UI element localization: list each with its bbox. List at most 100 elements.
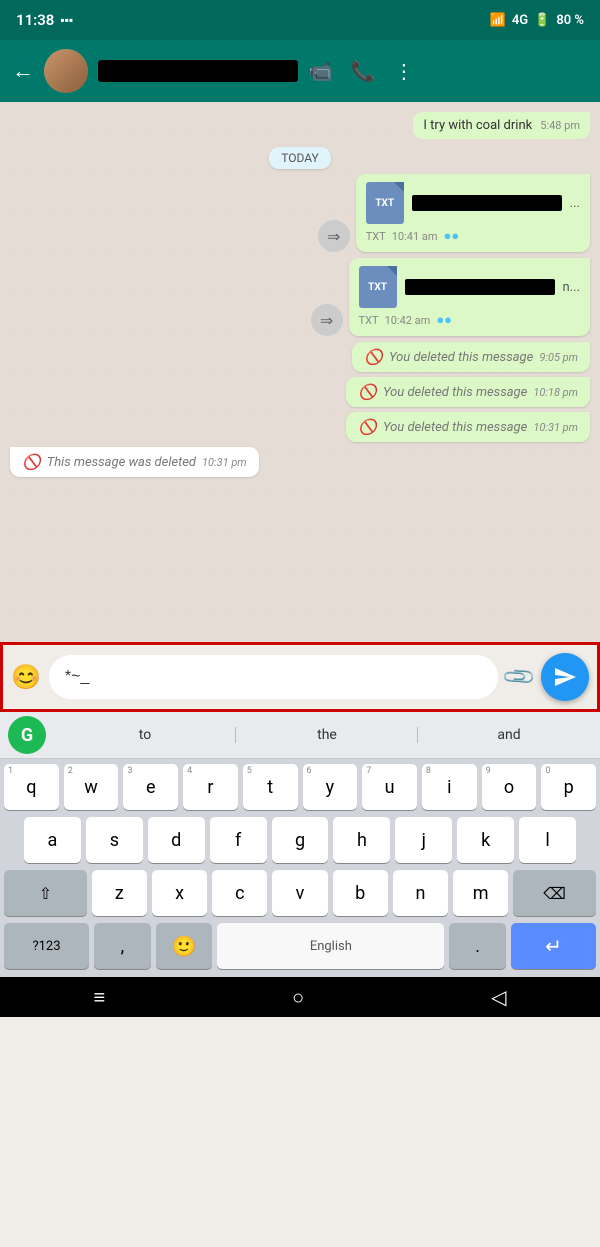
signal-icon: 📶	[490, 13, 506, 28]
key-f[interactable]: f	[210, 817, 267, 863]
comma-key[interactable]: ,	[94, 923, 151, 969]
battery-level: 80 %	[556, 13, 584, 28]
nav-back-button[interactable]: ◁	[491, 985, 506, 1009]
phone-call-icon[interactable]: 📞	[351, 59, 376, 83]
deleted-text-1: You deleted this message	[389, 350, 533, 365]
file-ellipsis-2: n...	[563, 280, 580, 295]
file-footer-2: TXT 10:42 am ●●	[359, 312, 580, 328]
top-action-icons: 📹 📞 ⋮	[308, 59, 414, 83]
forward-icon-2[interactable]: ⇒	[311, 304, 343, 336]
key-c[interactable]: c	[212, 870, 267, 916]
deleted-text-2: You deleted this message	[383, 385, 527, 400]
deleted-icon-1: 🚫	[364, 348, 383, 366]
attach-button[interactable]: 📎	[501, 658, 538, 695]
keyboard-row-2: a s d f g h j k l	[0, 812, 600, 865]
deleted-time-1: 9:05 pm	[539, 351, 578, 364]
key-v[interactable]: v	[272, 870, 327, 916]
deleted-time-3: 10:31 pm	[533, 421, 578, 434]
space-key[interactable]: English	[217, 923, 444, 969]
deleted-bubble-3: 🚫 You deleted this message 10:31 pm	[346, 412, 590, 442]
keyboard-row-1: 1q 2w 3e 4r 5t 6y 7u 8i 9o 0p	[0, 759, 600, 812]
received-deleted-icon: 🚫	[22, 453, 41, 471]
more-options-icon[interactable]: ⋮	[394, 59, 414, 83]
file-message-1: ⇒ TXT ... TXT 10:41 am ●●	[10, 174, 590, 252]
file-name-redacted-2	[405, 279, 555, 295]
key-e[interactable]: 3e	[123, 764, 178, 810]
key-l[interactable]: l	[519, 817, 576, 863]
delete-key[interactable]: ⌫	[513, 870, 596, 916]
key-a[interactable]: a	[24, 817, 81, 863]
key-w[interactable]: 2w	[64, 764, 119, 810]
txt-file-icon-1: TXT	[366, 182, 404, 224]
file-type-label-2: TXT	[359, 314, 379, 327]
contact-avatar[interactable]	[44, 49, 88, 93]
key-t[interactable]: 5t	[243, 764, 298, 810]
key-d[interactable]: d	[148, 817, 205, 863]
key-r[interactable]: 4r	[183, 764, 238, 810]
key-m[interactable]: m	[453, 870, 508, 916]
deleted-icon-3: 🚫	[358, 418, 377, 436]
emoji-button[interactable]: 😊	[11, 663, 41, 691]
back-button[interactable]: ←	[12, 58, 34, 84]
message-input[interactable]	[49, 655, 498, 699]
shift-key[interactable]: ⇧	[4, 870, 87, 916]
file-bubble-2: TXT n... TXT 10:42 am ●●	[349, 258, 590, 336]
avatar-image	[44, 49, 88, 93]
file-header-1: TXT ...	[366, 182, 580, 224]
read-ticks-2: ●●	[436, 312, 452, 328]
send-icon	[553, 665, 577, 689]
key-b[interactable]: b	[333, 870, 388, 916]
keyboard-row-4: ?123 , 🙂 English . ↵	[0, 918, 600, 977]
file-footer-1: TXT 10:41 am ●●	[366, 228, 580, 244]
stub-bubble: I try with coal drink 5:48 pm	[413, 112, 590, 139]
top-bar: ← 📹 📞 ⋮	[0, 40, 600, 102]
received-deleted-msg: 🚫 This message was deleted 10:31 pm	[10, 447, 590, 477]
file-type-label-1: TXT	[366, 230, 386, 243]
file-bubble-1: TXT ... TXT 10:41 am ●●	[356, 174, 590, 252]
key-u[interactable]: 7u	[362, 764, 417, 810]
enter-key[interactable]: ↵	[511, 923, 596, 969]
key-x[interactable]: x	[152, 870, 207, 916]
sim-icon: ▪▪▪	[60, 13, 73, 27]
received-deleted-bubble: 🚫 This message was deleted 10:31 pm	[10, 447, 259, 477]
chat-area: I try with coal drink 5:48 pm TODAY ⇒ TX…	[0, 102, 600, 642]
key-k[interactable]: k	[457, 817, 514, 863]
key-p[interactable]: 0p	[541, 764, 596, 810]
deleted-msg-3: 🚫 You deleted this message 10:31 pm	[10, 412, 590, 442]
deleted-bubble-2: 🚫 You deleted this message 10:18 pm	[346, 377, 590, 407]
key-n[interactable]: n	[393, 870, 448, 916]
time-display: 11:38	[16, 11, 54, 29]
grammarly-icon[interactable]: G	[8, 716, 46, 754]
key-g[interactable]: g	[272, 817, 329, 863]
key-h[interactable]: h	[333, 817, 390, 863]
status-indicators: 📶 4G 🔋 80 %	[490, 13, 584, 28]
nav-menu-button[interactable]: ≡	[93, 985, 105, 1010]
key-s[interactable]: s	[86, 817, 143, 863]
suggestion-to[interactable]: to	[54, 721, 236, 749]
key-j[interactable]: j	[395, 817, 452, 863]
emoji-keyboard-key[interactable]: 🙂	[156, 923, 213, 969]
suggestion-and[interactable]: and	[418, 721, 600, 749]
file-time-2: 10:42 am	[385, 314, 431, 327]
input-area: 😊 📎	[0, 642, 600, 712]
video-call-icon[interactable]: 📹	[308, 59, 333, 83]
forward-icon-1[interactable]: ⇒	[318, 220, 350, 252]
deleted-msg-1: 🚫 You deleted this message 9:05 pm	[10, 342, 590, 372]
keyboard: G to the and 1q 2w 3e 4r 5t 6y 7u 8i 9o …	[0, 712, 600, 977]
battery-icon: 🔋	[534, 13, 550, 28]
keyboard-row-3: ⇧ z x c v b n m ⌫	[0, 865, 600, 918]
nav-home-button[interactable]: ○	[292, 985, 304, 1010]
received-deleted-text: This message was deleted	[47, 455, 196, 470]
period-key[interactable]: .	[449, 923, 506, 969]
key-q[interactable]: 1q	[4, 764, 59, 810]
key-o[interactable]: 9o	[482, 764, 537, 810]
date-badge-label: TODAY	[269, 147, 331, 169]
send-button[interactable]	[541, 653, 589, 701]
symbols-key[interactable]: ?123	[4, 923, 89, 969]
file-name-redacted-1	[412, 195, 562, 211]
file-time-1: 10:41 am	[392, 230, 438, 243]
suggestion-the[interactable]: the	[236, 721, 418, 749]
key-y[interactable]: 6y	[303, 764, 358, 810]
key-i[interactable]: 8i	[422, 764, 477, 810]
key-z[interactable]: z	[92, 870, 147, 916]
